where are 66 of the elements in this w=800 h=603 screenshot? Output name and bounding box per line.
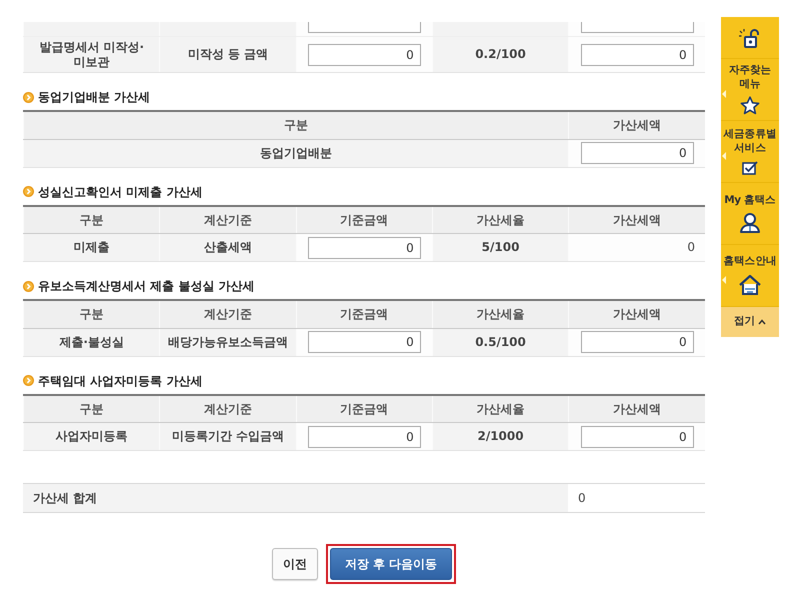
menu-label: My 홈택스 [724,194,776,208]
input-field[interactable]: 0 [308,236,421,258]
total-label: 가산세 합계 [23,484,568,512]
section-title: 동업기업배분 가산세 [38,89,150,106]
section-title: 주택임대 사업자미등록 가산세 [38,372,202,390]
column-header: 계산기준 [160,394,296,422]
table-cell: 미제출 [24,234,160,262]
caret-up-icon [758,319,766,325]
column-header: 기준금액 [296,206,432,234]
section-title: 유보소득계산명세서 제출 불성실 가산세 [38,278,255,295]
input-field[interactable]: 0 [580,142,694,164]
input-field[interactable]: 0 [580,426,694,448]
column-header: 구분 [24,111,569,139]
column-header: 가산세율 [432,206,569,234]
quick-menu-item[interactable]: 세금종류별 서비스 [721,121,779,183]
table-cell: 0.2/100 [432,36,569,72]
table-cell: 미등록기간 수입금액 [160,422,296,450]
padlock-icon [738,28,762,48]
table-cell: 미작성 등 금액 [160,36,296,72]
input-field[interactable]: 0 [308,331,421,353]
previous-button[interactable]: 이전 [272,548,318,580]
bullet-icon [23,375,34,386]
quick-menu-item[interactable]: My 홈택스 [721,183,779,245]
table-cell: 발급명세서 미작성·미보관 [24,36,160,72]
checkbox-icon [742,160,758,175]
column-header: 계산기준 [160,206,296,234]
collapse-button[interactable]: 접기 [721,307,779,337]
menu-label: 세금종류별 서비스 [722,128,778,155]
column-header: 계산기준 [160,300,296,328]
quick-menu-item[interactable]: 자주찾는 메뉴 [721,59,779,121]
table-cell: 0 [568,234,705,262]
table-cell: 제출·불성실 [24,328,160,356]
input-field[interactable]: 0 [308,426,421,448]
input-field[interactable]: 0 [580,44,694,66]
bullet-icon [23,186,34,197]
input-field[interactable] [580,22,694,33]
column-header: 가산세율 [432,394,569,422]
person-icon [739,212,761,234]
table-cell: 배당가능유보소득금액 [160,328,296,356]
table-cell: 5/100 [432,234,569,262]
column-header: 기준금액 [296,394,432,422]
column-header: 구분 [24,300,160,328]
menu-label: 자주찾는 메뉴 [728,64,772,91]
bullet-icon [23,92,34,102]
column-header: 가산세율 [432,300,569,328]
house-icon [738,274,762,296]
column-header: 구분 [24,394,160,422]
table-cell: 0.5/100 [432,328,569,356]
column-header: 가산세액 [568,206,705,234]
menu-label: 홈택스안내 [723,255,776,269]
column-header: 기준금액 [296,300,432,328]
input-field[interactable]: 0 [580,331,694,353]
column-header: 구분 [24,206,160,234]
input-field[interactable] [308,22,421,33]
section-title: 성실신고확인서 미제출 가산세 [38,184,202,200]
table-cell: 2/1000 [432,422,569,450]
table-cell: 산출세액 [160,234,296,262]
input-field[interactable]: 0 [308,44,421,66]
star-icon [740,96,760,115]
table-cell: 동업기업배분 [24,139,569,167]
save-next-button[interactable]: 저장 후 다음이동 [330,548,452,580]
column-header: 가산세액 [568,300,705,328]
bullet-icon [23,280,34,292]
column-header: 가산세액 [568,394,705,422]
table-cell: 사업자미등록 [24,422,160,450]
column-header: 가산세액 [568,111,705,139]
